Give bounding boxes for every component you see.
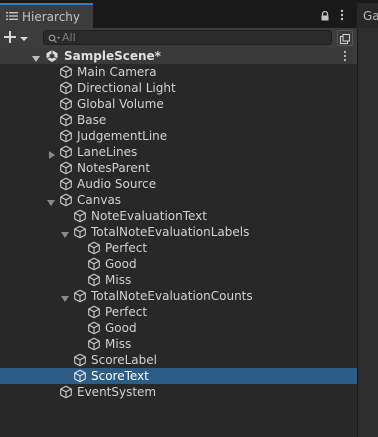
tree-row[interactable]: EventSystem — [0, 384, 357, 400]
chevron-down-icon — [20, 31, 28, 45]
row-label: ScoreText — [91, 369, 149, 383]
gameobject-icon — [87, 321, 101, 335]
unity-scene-icon — [45, 49, 59, 63]
scene-visibility-button[interactable] — [337, 30, 353, 46]
gameobject-icon — [59, 65, 73, 79]
row-label: Miss — [105, 337, 132, 351]
row-label: EventSystem — [77, 385, 157, 399]
gameobject-icon — [87, 273, 101, 287]
tree-row[interactable]: Perfect — [0, 240, 357, 256]
foldout-expanded-icon[interactable] — [32, 52, 40, 62]
row-label: JudgementLine — [77, 129, 168, 143]
row-label: Base — [77, 113, 107, 127]
list-icon — [6, 10, 18, 24]
row-label: Miss — [105, 273, 132, 287]
row-label: Good — [105, 257, 137, 271]
foldout-expanded-icon[interactable] — [47, 196, 55, 206]
more-options-icon[interactable] — [339, 8, 345, 22]
search-icon — [48, 33, 60, 43]
row-label: Perfect — [105, 241, 148, 255]
tree-row[interactable]: NoteEvaluationText — [0, 208, 357, 224]
gameobject-icon — [73, 353, 87, 367]
scene-row[interactable]: SampleScene* — [0, 48, 357, 64]
row-label: Canvas — [77, 193, 122, 207]
row-label: Directional Light — [77, 81, 176, 95]
tree-row[interactable]: Global Volume — [0, 96, 357, 112]
game-view-panel — [357, 28, 378, 437]
row-label: Perfect — [105, 305, 148, 319]
tree-row[interactable]: Main Camera — [0, 64, 357, 80]
foldout-expanded-icon[interactable] — [61, 228, 69, 238]
lock-icon[interactable] — [320, 10, 330, 21]
hierarchy-toolbar — [0, 28, 357, 49]
scene-name: SampleScene* — [64, 49, 161, 63]
gameobject-icon — [73, 369, 87, 383]
tab-hierarchy-label: Hierarchy — [22, 9, 81, 24]
tree-row[interactable]: Base — [0, 112, 357, 128]
tree-row[interactable]: Audio Source — [0, 176, 357, 192]
gameobject-icon — [59, 385, 73, 399]
row-label: Global Volume — [77, 97, 164, 111]
gameobject-icon — [59, 145, 73, 159]
scene-visibility-icon — [340, 33, 350, 47]
row-label: TotalNoteEvaluationLabels — [91, 225, 250, 239]
tab-hierarchy[interactable]: Hierarchy — [0, 3, 93, 28]
tree-row[interactable]: ScoreLabel — [0, 352, 357, 368]
gameobject-icon — [59, 81, 73, 95]
row-label: Audio Source — [77, 177, 157, 191]
tab-game[interactable]: Ga — [357, 3, 378, 28]
foldout-expanded-icon[interactable] — [61, 292, 69, 302]
gameobject-icon — [87, 241, 101, 255]
add-button[interactable] — [4, 29, 32, 47]
gameobject-icon — [87, 305, 101, 319]
gameobject-icon — [59, 97, 73, 111]
search-field[interactable] — [43, 30, 332, 45]
row-label: TotalNoteEvaluationCounts — [91, 289, 253, 303]
tree-row[interactable]: TotalNoteEvaluationLabels — [0, 224, 357, 240]
tree-row[interactable]: TotalNoteEvaluationCounts — [0, 288, 357, 304]
gameobject-icon — [73, 225, 87, 239]
row-label: ScoreLabel — [91, 353, 157, 367]
row-label: NoteEvaluationText — [91, 209, 207, 223]
row-label: LaneLines — [77, 145, 138, 159]
tree-row[interactable]: Miss — [0, 272, 357, 288]
hierarchy-window: Hierarchy Ga All SampleScene* Main Camer… — [0, 0, 378, 437]
tab-game-label: Ga — [363, 9, 378, 23]
tree-row[interactable]: Good — [0, 256, 357, 272]
gameobject-icon — [59, 177, 73, 191]
row-label: Good — [105, 321, 137, 335]
gameobject-icon — [59, 193, 73, 207]
gameobject-icon — [87, 257, 101, 271]
tree-row[interactable]: Good — [0, 320, 357, 336]
gameobject-icon — [59, 161, 73, 175]
tree-row-selected[interactable]: ScoreText — [0, 368, 357, 384]
gameobject-icon — [87, 337, 101, 351]
gameobject-icon — [73, 209, 87, 223]
foldout-collapsed-icon[interactable] — [48, 148, 56, 159]
scene-more-options-icon[interactable] — [342, 50, 348, 62]
gameobject-icon — [59, 129, 73, 143]
tree-row[interactable]: JudgementLine — [0, 128, 357, 144]
gameobject-icon — [73, 289, 87, 303]
add-icon — [4, 30, 16, 46]
tab-divider — [355, 0, 356, 28]
tree-row[interactable]: Directional Light — [0, 80, 357, 96]
tree-row[interactable]: LaneLines — [0, 144, 357, 160]
tree-row[interactable]: Perfect — [0, 304, 357, 320]
search-input[interactable] — [62, 31, 322, 44]
tree-row[interactable]: Miss — [0, 336, 357, 352]
tab-strip: Hierarchy Ga — [0, 0, 378, 28]
row-label: NotesParent — [77, 161, 151, 175]
tree-row[interactable]: Canvas — [0, 192, 357, 208]
row-label: Main Camera — [77, 65, 157, 79]
gameobject-icon — [59, 113, 73, 127]
tree-row[interactable]: NotesParent — [0, 160, 357, 176]
